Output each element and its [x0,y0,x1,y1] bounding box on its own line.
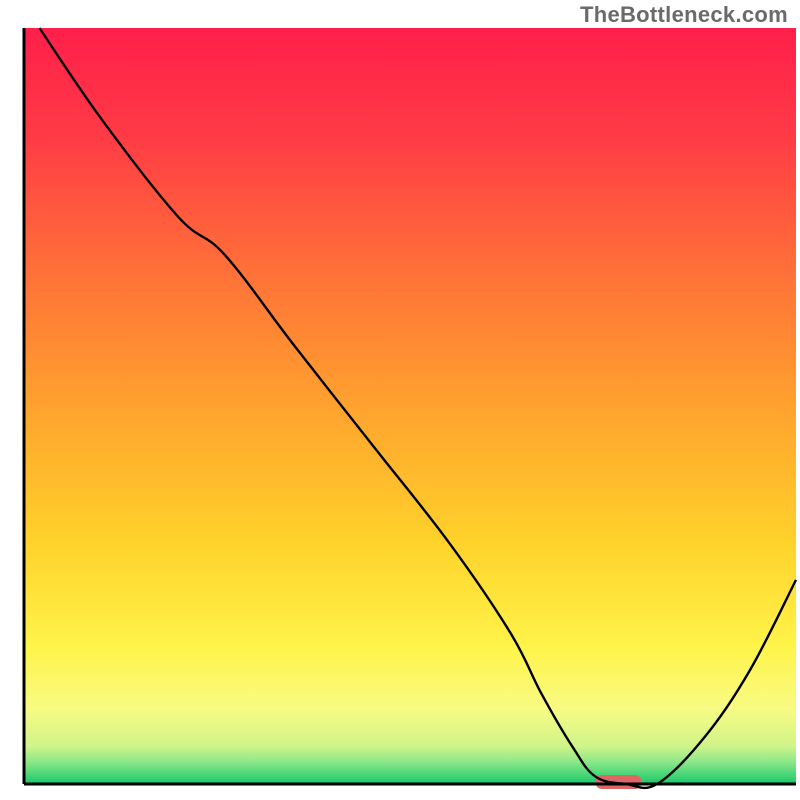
chart-frame: TheBottleneck.com [0,0,800,800]
bottleneck-chart [0,0,800,800]
